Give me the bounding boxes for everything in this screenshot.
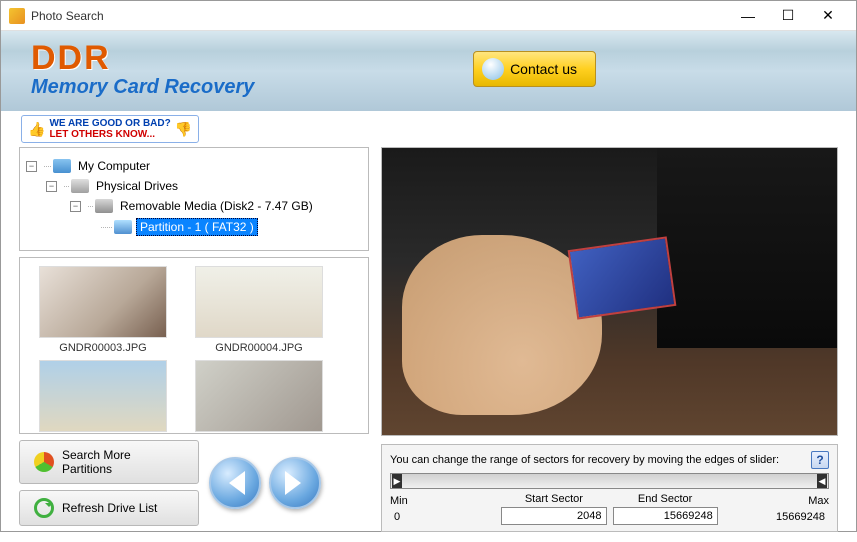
sector-range-panel: You can change the range of sectors for … <box>381 444 838 532</box>
collapse-icon[interactable]: − <box>26 161 37 172</box>
feedback-line2: LET OTHERS KNOW... <box>49 129 170 140</box>
button-label: Refresh Drive List <box>62 501 157 515</box>
minimize-button[interactable]: — <box>728 2 768 30</box>
thumbnail-grid[interactable]: GNDR00003.JPG GNDR00004.JPG <box>19 257 369 434</box>
thumbnail-item[interactable]: GNDR00003.JPG <box>28 266 178 354</box>
tree-node-media[interactable]: − ··· Removable Media (Disk2 - 7.47 GB) <box>26 196 362 216</box>
next-button[interactable] <box>269 457 321 509</box>
window-title: Photo Search <box>31 9 728 23</box>
contact-label: Contact us <box>510 61 577 77</box>
tree-node-physical[interactable]: − ··· Physical Drives <box>26 176 362 196</box>
min-value: 0 <box>390 509 495 525</box>
thumb-up-icon: 👍 <box>28 121 45 138</box>
thumbnail-image <box>195 360 323 432</box>
thumbnail-image <box>39 266 167 338</box>
thumbnail-image <box>195 266 323 338</box>
tree-label: Removable Media (Disk2 - 7.47 GB) <box>117 198 316 214</box>
max-value: 15669248 <box>724 509 829 525</box>
tree-label-selected: Partition - 1 ( FAT32 ) <box>136 218 258 236</box>
drive-icon <box>71 179 89 193</box>
slider-handle-end[interactable]: ◀ <box>817 474 827 488</box>
refresh-icon <box>34 498 54 518</box>
collapse-icon[interactable]: − <box>46 181 57 192</box>
preview-image <box>381 147 838 436</box>
titlebar: Photo Search — ☐ ✕ <box>1 1 856 31</box>
start-sector-input[interactable] <box>501 507 606 525</box>
feedback-bar: 👍 WE ARE GOOD OR BAD? LET OTHERS KNOW...… <box>1 111 856 147</box>
collapse-icon[interactable]: − <box>70 201 81 212</box>
header-banner: DDR Memory Card Recovery Contact us <box>1 31 856 111</box>
logo-subtitle: Memory Card Recovery <box>31 76 254 99</box>
start-sector-label: Start Sector <box>501 493 606 505</box>
thumbnail-image <box>39 360 167 432</box>
contact-us-button[interactable]: Contact us <box>473 51 596 87</box>
logo-text: DDR <box>31 43 254 74</box>
sector-instruction: You can change the range of sectors for … <box>390 454 807 466</box>
close-button[interactable]: ✕ <box>808 2 848 30</box>
slider-handle-start[interactable]: ▶ <box>392 474 402 488</box>
help-button[interactable]: ? <box>811 451 829 469</box>
search-more-partitions-button[interactable]: Search More Partitions <box>19 440 199 484</box>
tree-label: Physical Drives <box>93 178 181 194</box>
sector-slider[interactable]: ▶ ◀ <box>390 473 829 489</box>
thumb-down-icon: 👎 <box>175 121 192 138</box>
thumbnail-filename: GNDR00004.JPG <box>215 342 302 354</box>
drive-tree[interactable]: − ···· My Computer − ··· Physical Drives… <box>19 147 369 251</box>
maximize-button[interactable]: ☐ <box>768 2 808 30</box>
button-label: Search More Partitions <box>62 448 184 476</box>
tree-node-partition[interactable]: ······ Partition - 1 ( FAT32 ) <box>26 216 362 238</box>
feedback-line1: WE ARE GOOD OR BAD? <box>49 118 170 129</box>
thumbnail-item[interactable] <box>184 360 334 434</box>
previous-button[interactable] <box>209 457 261 509</box>
tree-node-computer[interactable]: − ···· My Computer <box>26 156 362 176</box>
pie-chart-icon <box>34 452 54 472</box>
tree-label: My Computer <box>75 158 153 174</box>
thumbnail-item[interactable] <box>28 360 178 434</box>
contact-avatar-icon <box>482 58 504 80</box>
end-sector-input[interactable] <box>613 507 718 525</box>
feedback-button[interactable]: 👍 WE ARE GOOD OR BAD? LET OTHERS KNOW...… <box>21 115 199 143</box>
removable-media-icon <box>95 199 113 213</box>
partition-icon <box>114 220 132 234</box>
app-icon <box>9 8 25 24</box>
logo: DDR Memory Card Recovery <box>31 43 254 99</box>
end-sector-label: End Sector <box>613 493 718 505</box>
refresh-drive-list-button[interactable]: Refresh Drive List <box>19 490 199 526</box>
computer-icon <box>53 159 71 173</box>
thumbnail-item[interactable]: GNDR00004.JPG <box>184 266 334 354</box>
min-label: Min <box>390 495 495 507</box>
max-label: Max <box>724 495 829 507</box>
thumbnail-filename: GNDR00003.JPG <box>59 342 146 354</box>
